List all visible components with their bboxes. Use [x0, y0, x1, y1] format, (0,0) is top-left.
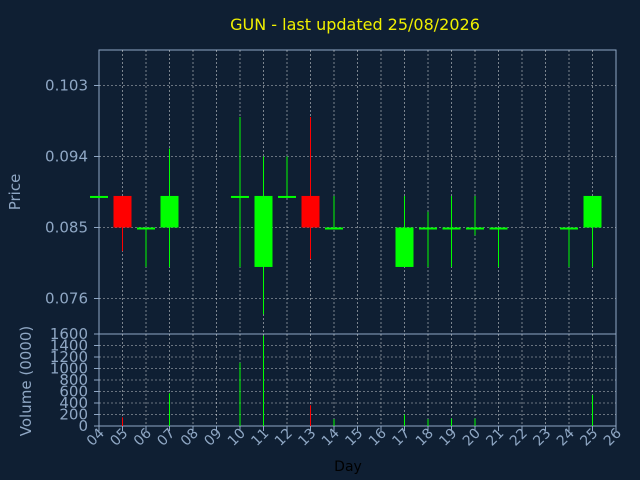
x-tick-label: 19: [436, 426, 460, 450]
x-tick-label: 07: [154, 426, 178, 450]
x-tick-label: 08: [178, 426, 202, 450]
price-tick-label: 0.103: [45, 77, 88, 95]
volume-tick-label: 0: [78, 417, 88, 435]
price-tick-label: 0.094: [45, 148, 88, 166]
candle-body: [301, 195, 320, 228]
x-tick-label: 26: [601, 425, 625, 449]
chart-stage: GUN - last updated 25/08/2026 Price Volu…: [0, 0, 640, 480]
price-tick-label: 0.076: [45, 290, 88, 308]
candle-body: [325, 227, 343, 230]
x-tick-label: 12: [272, 426, 296, 450]
candlestick-chart: GUN - last updated 25/08/2026 Price Volu…: [6, 15, 625, 475]
candle-body: [254, 195, 273, 267]
x-axis-label: Day: [334, 459, 362, 475]
volume-axis-label: Volume (0000): [17, 326, 35, 436]
price-axis-label: Price: [6, 174, 24, 211]
x-tick-label: 24: [554, 425, 578, 449]
candle-body: [278, 195, 296, 198]
candle-body: [442, 227, 461, 230]
x-tick-label: 13: [295, 426, 319, 450]
x-tick-label: 06: [131, 425, 155, 449]
candle-body: [137, 227, 155, 230]
candle-body: [489, 227, 508, 230]
x-tick-label: 10: [225, 426, 249, 450]
candle-body: [583, 195, 602, 228]
candle-body: [395, 227, 414, 267]
x-tick-label: 05: [107, 426, 131, 450]
x-tick-label: 16: [366, 425, 390, 449]
candle-body: [160, 195, 179, 228]
x-tick-label: 11: [248, 426, 272, 450]
x-tick-label: 18: [413, 426, 437, 450]
price-tick-label: 0.085: [45, 219, 88, 237]
x-tick-label: 14: [319, 425, 343, 449]
x-tick-label: 17: [389, 426, 413, 450]
x-tick-label: 23: [530, 426, 554, 450]
x-tick-label: 25: [577, 426, 601, 450]
candle-body: [113, 195, 132, 228]
candle-body: [90, 195, 108, 198]
x-tick-label: 09: [201, 426, 225, 450]
candle-body: [560, 227, 578, 230]
candle-body: [231, 195, 249, 198]
x-tick-label: 22: [507, 426, 531, 450]
x-tick-label: 21: [483, 426, 507, 450]
chart-title: GUN - last updated 25/08/2026: [230, 15, 480, 34]
x-tick-label: 20: [460, 426, 484, 450]
candle-body: [419, 227, 437, 230]
x-tick-label: 15: [342, 426, 366, 450]
candle-body: [466, 227, 484, 230]
chart-layer: 0.1030.0940.0850.07616001400120010008006…: [45, 49, 625, 450]
